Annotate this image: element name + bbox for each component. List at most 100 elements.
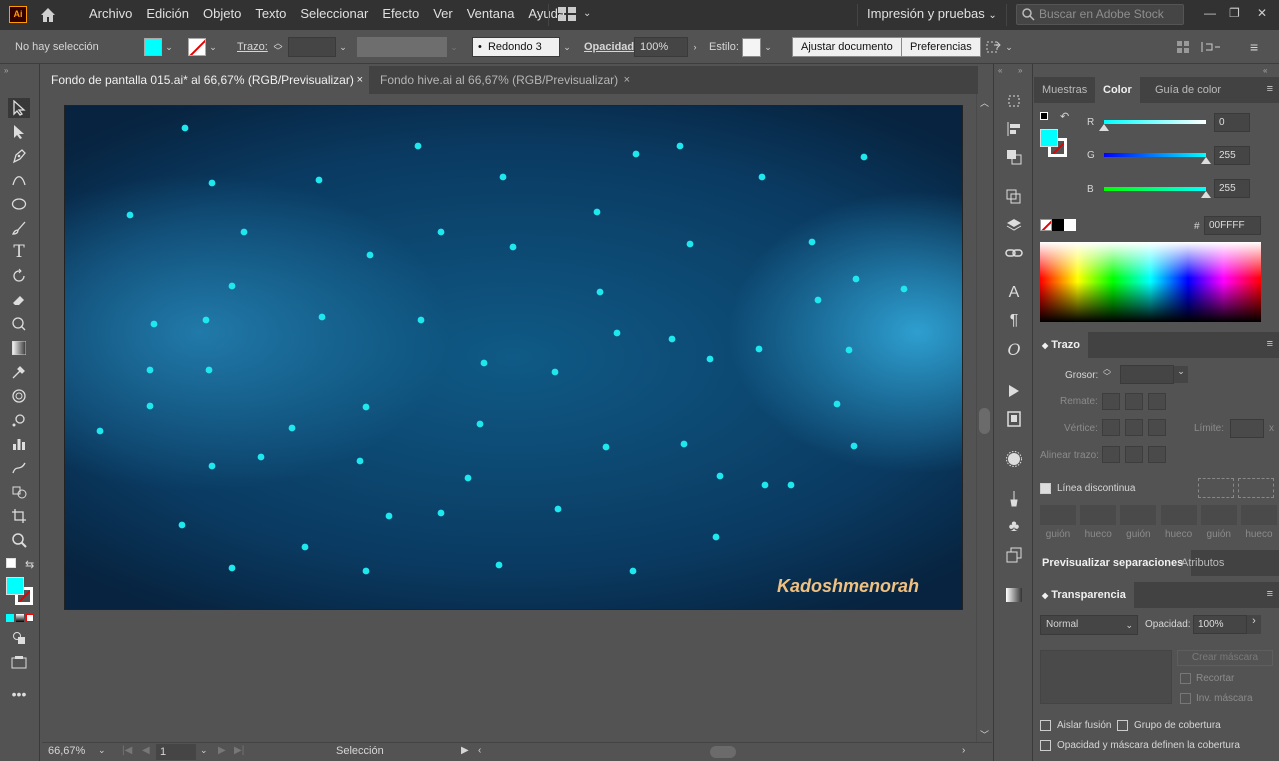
warp-tool-icon[interactable] [8,314,30,334]
restore-button[interactable]: ❐ [1229,6,1240,20]
artwork-dot[interactable] [808,238,816,246]
opacity-mask-knockout-checkbox[interactable] [1040,740,1051,751]
artwork-dot[interactable] [554,505,562,513]
dash-field[interactable] [1040,505,1076,525]
control-panel-menu-icon[interactable]: ≡ [1250,30,1258,64]
fill-swatch[interactable] [144,38,162,56]
menu-ventana[interactable]: Ventana [460,0,522,30]
chevron-down-icon[interactable]: ⌄ [98,745,106,756]
default-colors-icon[interactable] [6,558,16,568]
tab-previsualizar-separaciones[interactable]: Previsualizar separaciones [1034,550,1192,576]
ellipse-tool-icon[interactable] [8,194,30,214]
artwork-dot[interactable] [629,567,637,575]
bevel-join-button[interactable] [1148,419,1166,436]
menu-seleccionar[interactable]: Seleccionar [293,0,375,30]
menu-edicion[interactable]: Edición [139,0,196,30]
symbols-panel-icon[interactable]: ♣ [1004,518,1024,536]
artwork-dot[interactable] [596,288,604,296]
transform-panel-icon[interactable] [1004,92,1024,110]
color-mode-buttons[interactable] [6,614,34,622]
eraser-tool-icon[interactable] [8,290,30,310]
selection-tool-icon[interactable] [8,98,30,118]
knockout-group-checkbox[interactable] [1117,720,1128,731]
artwork-dot[interactable] [146,402,154,410]
artwork-dot[interactable] [356,457,364,465]
b-value[interactable]: 255 [1214,179,1250,198]
artwork-dot[interactable] [833,400,841,408]
artwork-dot[interactable] [228,282,236,290]
vertical-scrollbar[interactable]: ︿ ﹀ [976,94,992,742]
artwork-dot[interactable] [178,521,186,529]
dashed-line-checkbox[interactable] [1040,483,1051,494]
artboards-panel-icon[interactable] [1004,188,1024,206]
direct-selection-tool-icon[interactable] [8,122,30,142]
artwork-dot[interactable] [366,251,374,259]
artwork-dot[interactable] [602,443,610,451]
dash-field[interactable] [1120,505,1157,525]
workspace-switcher[interactable]: Impresión y pruebas ⌄ [867,0,997,30]
artwork-dot[interactable] [315,176,323,184]
appearance-panel-icon[interactable] [1004,450,1024,468]
adjust-document-button[interactable]: Ajustar documento [792,37,902,57]
chevron-down-icon[interactable]: ⌄ [1174,366,1188,383]
blend-tool-icon[interactable] [8,386,30,406]
round-cap-button[interactable] [1125,393,1143,410]
previous-artboard-icon[interactable]: ◀ [142,745,150,756]
scroll-down-icon[interactable]: ﹀ [980,728,989,741]
eyedropper-tool-icon[interactable] [8,362,30,382]
artwork-dot[interactable] [385,512,393,520]
artwork-dot[interactable] [758,173,766,181]
artwork-dot[interactable] [706,355,714,363]
artwork-dot[interactable] [464,474,472,482]
clip-checkbox[interactable] [1180,673,1191,684]
tab-transparencia[interactable]: ◆ Transparencia [1034,582,1134,608]
artwork-dot[interactable] [301,543,309,551]
artwork-dot[interactable] [414,142,422,150]
chevron-down-icon[interactable]: ⌄ [1002,42,1016,53]
miter-join-button[interactable] [1102,419,1120,436]
artwork-dot[interactable] [676,142,684,150]
artwork-dot[interactable] [417,316,425,324]
panel-menu-icon[interactable]: ≡ [1267,83,1273,95]
r-slider-knob[interactable] [1099,124,1109,131]
stroke-label[interactable]: Trazo: [237,30,268,64]
hex-value[interactable]: 00FFFF [1204,216,1261,235]
align-panel-icon[interactable] [1004,120,1024,138]
gradient-panel-icon[interactable] [1004,586,1024,604]
artwork-dot[interactable] [146,366,154,374]
butt-cap-button[interactable] [1102,393,1120,410]
zoom-tool-icon[interactable] [8,530,30,550]
artwork-dot[interactable] [716,472,724,480]
shape-builder-tool-icon[interactable] [8,482,30,502]
minimize-button[interactable]: — [1204,6,1216,20]
color-spectrum[interactable] [1040,242,1261,322]
brushes-panel-icon[interactable] [1004,490,1024,508]
artwork-dot[interactable] [318,313,326,321]
black-swatch[interactable] [1052,219,1064,231]
chevron-down-icon[interactable]: ⌄ [162,42,176,53]
stroke-swatch[interactable] [188,38,206,56]
dash-align-button[interactable] [1238,478,1274,498]
artwork-dot[interactable] [362,567,370,575]
menu-archivo[interactable]: Archivo [82,0,139,30]
tab-fondo-hive[interactable]: Fondo hive.ai al 66,67% (RGB/Previsualiz… [371,66,636,94]
artwork-dot[interactable] [755,345,763,353]
artwork-dot[interactable] [205,366,213,374]
gap-field[interactable] [1080,505,1117,525]
artwork-dot[interactable] [850,442,858,450]
artwork-dot[interactable] [680,440,688,448]
panel-grip-icon[interactable]: » [1018,66,1022,75]
menu-texto[interactable]: Texto [248,0,293,30]
artwork-dot[interactable] [495,561,503,569]
document-info-panel-icon[interactable] [1004,410,1024,428]
stepper-arrows-icon[interactable]: ︿ ﹀ [1103,365,1111,381]
none-color-swatch[interactable] [1040,219,1052,231]
screen-mode-icon[interactable] [8,652,30,672]
gradient-mode-icon[interactable] [16,614,24,622]
zoom-field[interactable]: 66,67% [48,745,85,757]
rotate-tool-icon[interactable] [8,266,30,286]
more-tools-icon[interactable]: ••• [8,684,30,704]
artwork-dot[interactable] [509,243,517,251]
chevron-down-icon[interactable]: ⌄ [206,42,220,53]
artwork-dot[interactable] [96,427,104,435]
